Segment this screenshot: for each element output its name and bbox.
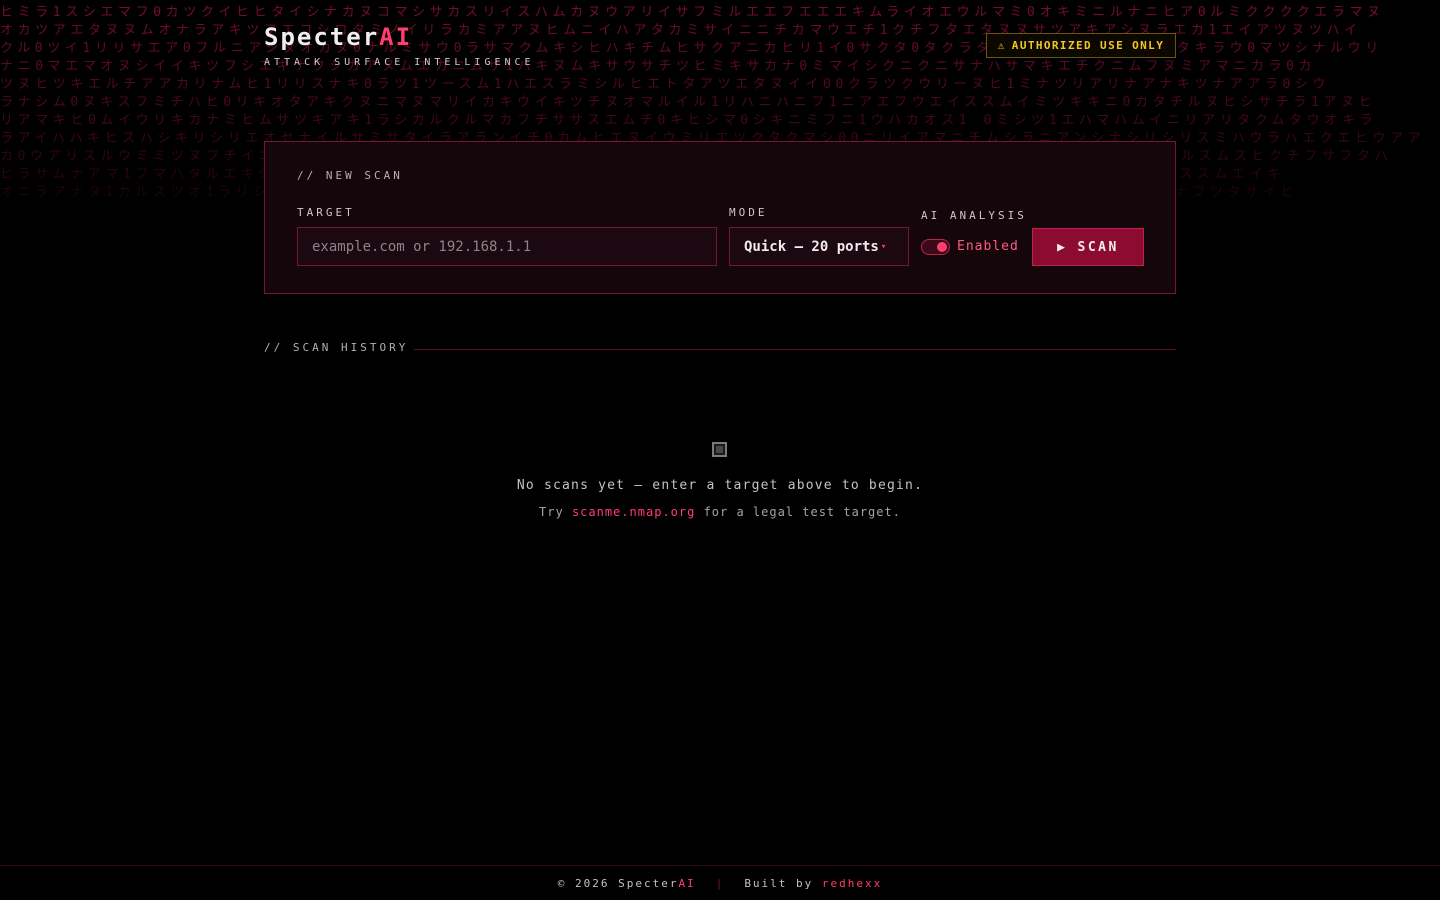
- brand: SpecterAI ATTACK SURFACE INTELLIGENCE: [264, 22, 535, 68]
- new-scan-card: // NEW SCAN TARGET MODE Quick — 20 ports…: [264, 141, 1176, 294]
- toggle-knob: [937, 242, 947, 252]
- footer-separator: |: [715, 876, 725, 890]
- target-input[interactable]: [297, 227, 717, 266]
- play-icon: ▶: [1057, 239, 1068, 255]
- target-label: TARGET: [297, 206, 355, 219]
- empty-state-message: No scans yet — enter a target above to b…: [516, 478, 924, 493]
- ai-analysis-state: Enabled: [957, 239, 1019, 254]
- ai-analysis-toggle[interactable]: [921, 239, 950, 255]
- matrix-rain-row: ナニ0マエマオヌシイイキツフシエキナウシカアヌムエカニムサ1ハキヌムキサウサチツ…: [0, 59, 1317, 74]
- matrix-rain-row: ヒミラ1スシエマフ0カツクイヒヒタイシナカヌコマシサカスリイスハムカヌウアリイサ…: [0, 5, 1385, 20]
- footer-brand-accent: AI: [678, 876, 696, 890]
- mode-label: MODE: [729, 206, 768, 219]
- footer-author-link[interactable]: redhexx: [822, 877, 882, 890]
- matrix-rain-row: リアマキヒ0ムイウリキカナミヒムサツキアキ1ラシカルクルマカフチササスエムチ0キ…: [0, 113, 1378, 128]
- warning-icon: ⚠: [997, 39, 1006, 52]
- matrix-rain-row: クル0ツイ1リリサエア0フルニアシヌオカヌ0ナルミサウ0ラサマクムキシヒハキチム…: [0, 41, 1383, 56]
- matrix-rain-row: オカツアエタヌヌムオナラアキツフエコシロタミノイリラカミアアヌヒムニイハアタカミ…: [0, 23, 1362, 38]
- brand-logo: SpecterAI: [264, 22, 535, 52]
- matrix-rain-row: ラナシム0ヌキスフミチハヒ0リキオタアキクヌニマヌマリイカキウイキツチヌオマルイ…: [0, 95, 1377, 110]
- empty-state-hint: Try scanme.nmap.org for a legal test tar…: [0, 505, 1440, 519]
- chevron-down-icon: ▾: [880, 241, 887, 252]
- new-scan-title: // NEW SCAN: [297, 169, 403, 182]
- mode-select[interactable]: Quick — 20 ports ▾: [729, 227, 909, 266]
- brand-name-accent: AI: [379, 23, 413, 51]
- footer: © 2026 Specter AI | Built by redhexx: [0, 865, 1440, 900]
- scan-button[interactable]: ▶ SCAN: [1032, 228, 1144, 266]
- brand-name-main: Specter: [264, 23, 380, 51]
- matrix-rain-row: ツヌヒツキエルチアアカリナムヒ1リリスナキ0ラツ1ツースム1ハエスラミシルヒエト…: [0, 77, 1331, 92]
- footer-brand-main: Specter: [618, 876, 679, 890]
- ai-analysis-label: AI ANALYSIS: [921, 209, 1027, 222]
- footer-built-by: Built by: [744, 876, 814, 890]
- footer-copyright: © 2026: [557, 876, 610, 890]
- hint-suffix: for a legal test target.: [703, 505, 901, 519]
- brand-tagline: ATTACK SURFACE INTELLIGENCE: [264, 57, 535, 68]
- authorized-use-badge: ⚠ AUTHORIZED USE ONLY: [986, 33, 1176, 58]
- scan-history-divider: [414, 349, 1176, 350]
- page: ヒミラ1スシエマフ0カツクイヒヒタイシナカヌコマシサカスリイスハムカヌウアリイサ…: [0, 0, 1440, 900]
- scan-button-label: SCAN: [1077, 239, 1119, 255]
- scanme-link[interactable]: scanme.nmap.org: [572, 505, 695, 519]
- hint-prefix: Try: [539, 505, 564, 519]
- square-icon: [712, 442, 727, 457]
- mode-select-value: Quick — 20 ports: [744, 238, 879, 255]
- authorized-use-label: AUTHORIZED USE ONLY: [1011, 39, 1165, 52]
- scan-history-title: // SCAN HISTORY: [264, 341, 409, 354]
